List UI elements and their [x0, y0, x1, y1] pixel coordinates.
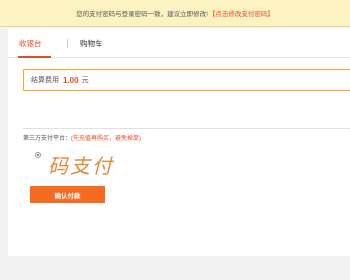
total-unit: 元 [81, 77, 89, 84]
code-pay-logo[interactable]: 码支付 [48, 150, 114, 179]
checkout-panel: 收银台 购物车 结算费用 1.00 元 第三方支付平台：(先充值再购买，避免掉单… [8, 28, 350, 256]
payment-note: (先充值再购买，避免掉单) [71, 136, 142, 142]
change-password-link[interactable]: 【点击修改支付密码】 [209, 8, 274, 18]
tab-cart[interactable]: 购物车 [80, 38, 103, 49]
payment-platform-label: 第三方支付平台： [23, 136, 72, 142]
warning-message: 您的支付密码与登录密码一致，建议立即修改! [76, 11, 208, 18]
total-amount: 1.00 [63, 75, 79, 85]
payment-method-radio[interactable] [35, 152, 41, 158]
confirm-payment-button[interactable]: 确认付款 [30, 186, 105, 203]
active-tab-indicator [18, 56, 51, 58]
total-amount-box: 结算费用 1.00 元 [23, 69, 350, 91]
password-warning-banner: 您的支付密码与登录密码一致，建议立即修改! 【点击修改支付密码】 [0, 0, 350, 27]
tab-checkout[interactable]: 收银台 [19, 38, 42, 49]
payment-platform-line: 第三方支付平台：(先充值再购买，避免掉单) [23, 133, 141, 142]
total-label: 结算费用 [31, 77, 59, 84]
tab-divider [67, 39, 68, 48]
tab-bar: 收银台 购物车 [8, 28, 350, 58]
